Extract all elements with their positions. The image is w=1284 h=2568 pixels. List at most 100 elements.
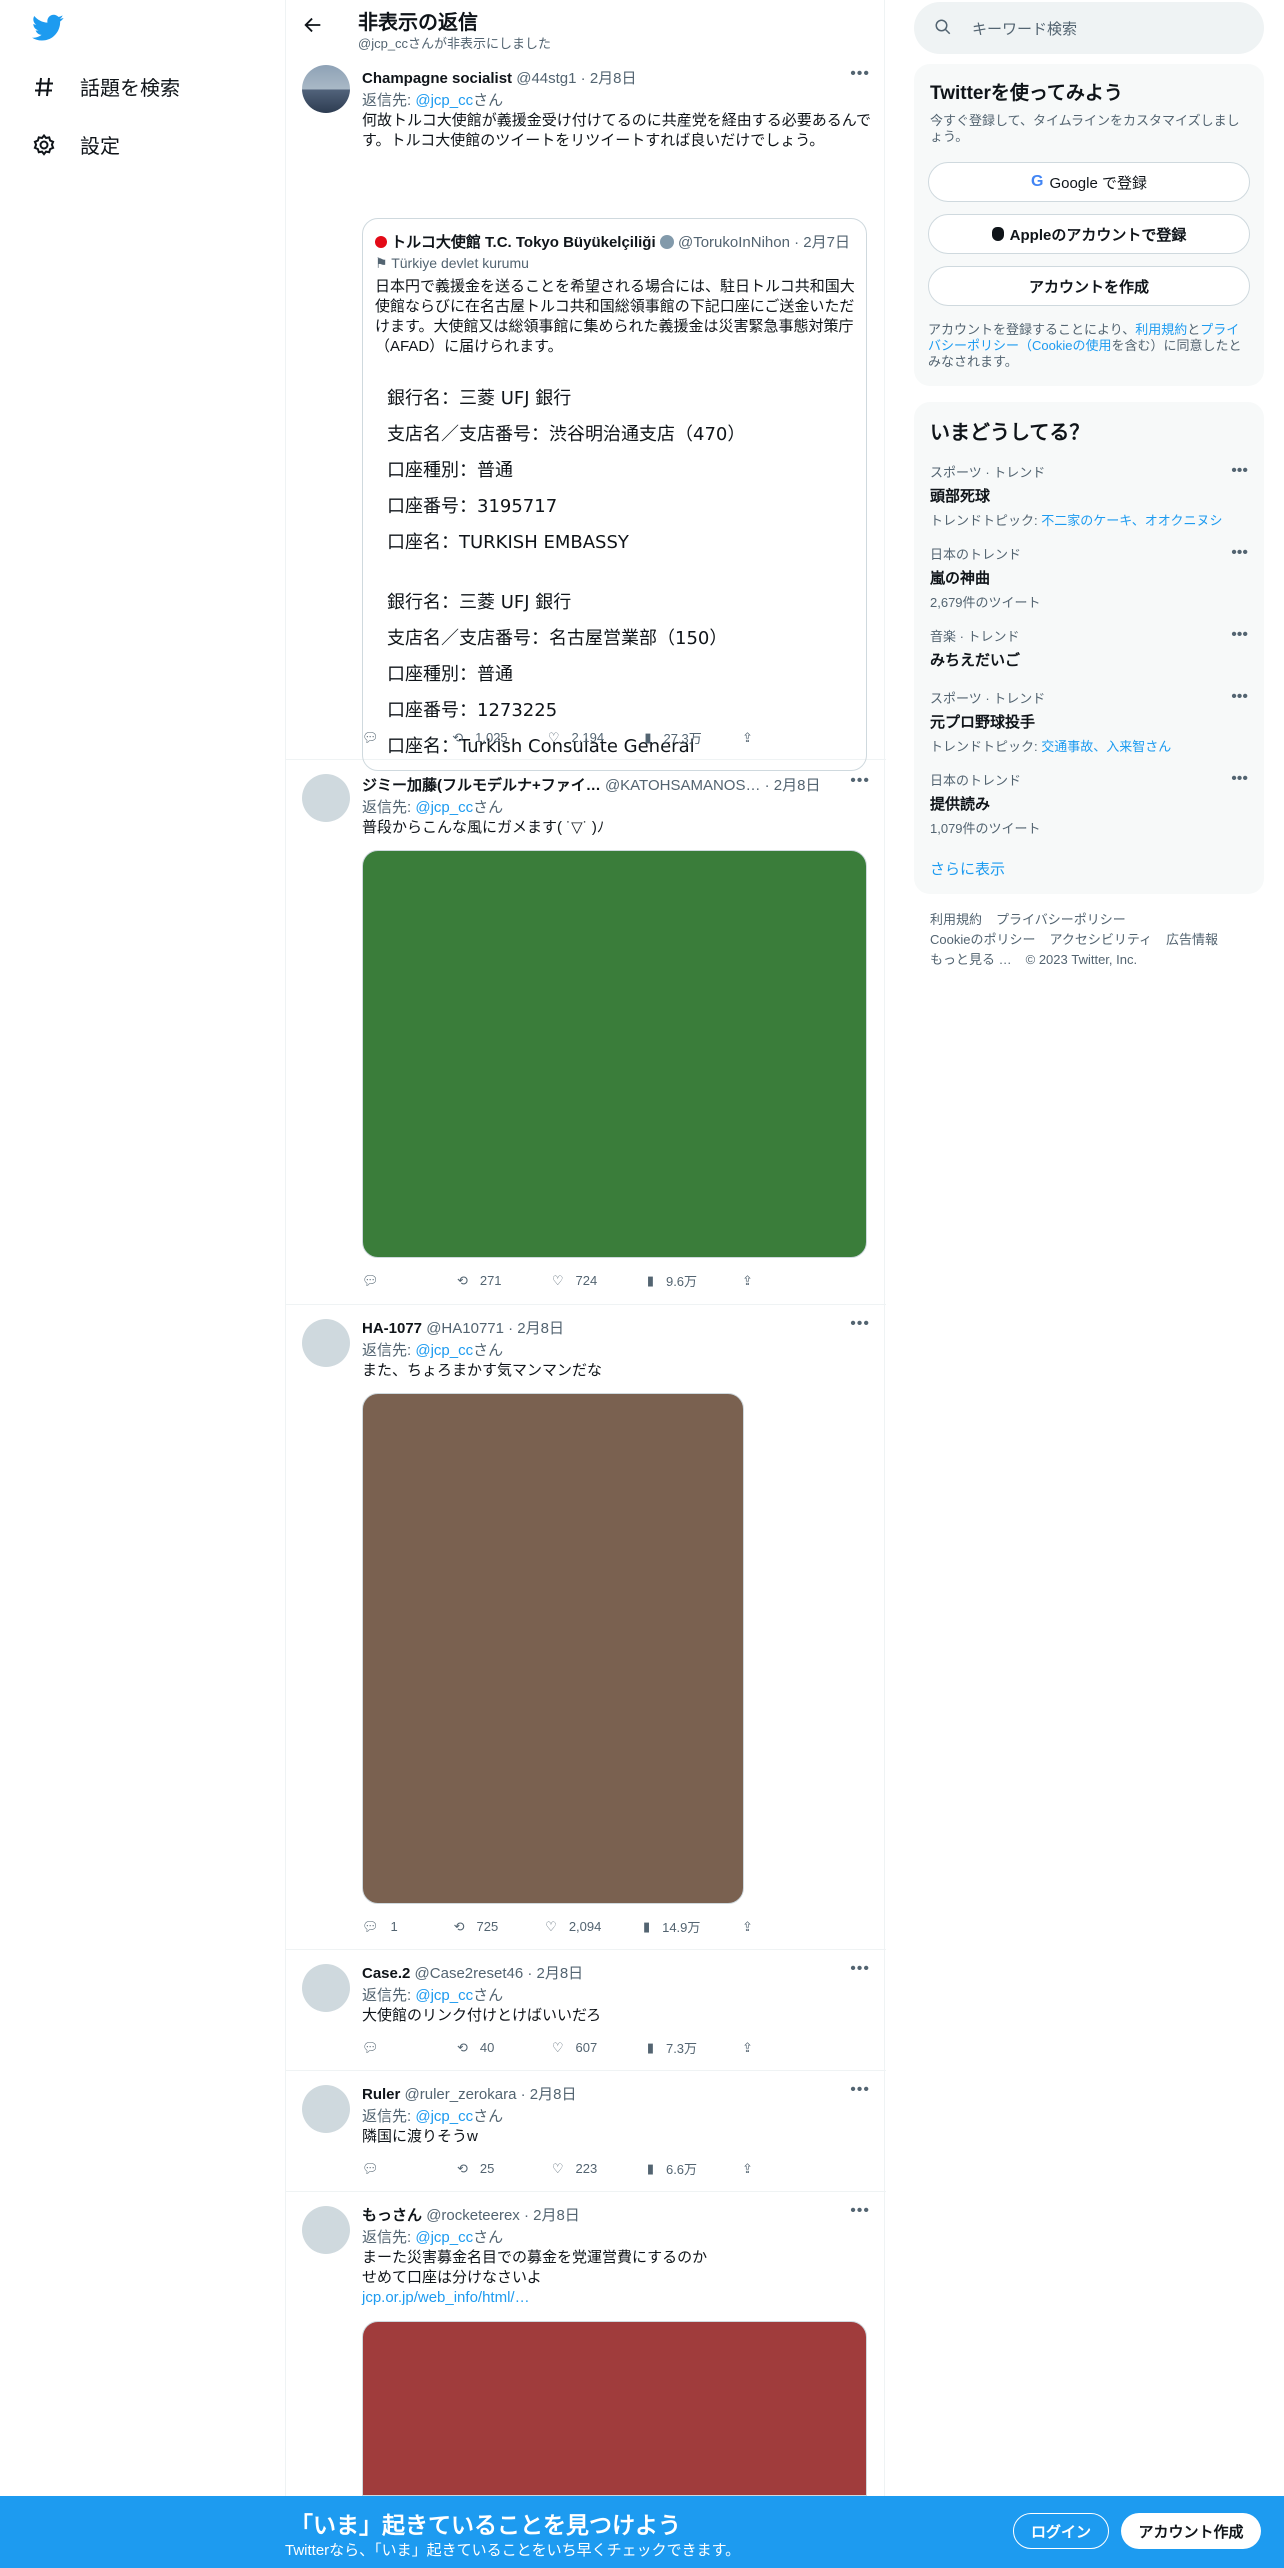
share-button[interactable]: ⇪: [742, 2038, 792, 2057]
share-button[interactable]: ⇪: [742, 1917, 792, 1936]
retweet-button[interactable]: ⟲ 271: [457, 1271, 507, 1290]
quote-tweet[interactable]: トルコ大使館 T.C. Tokyo Büyükelçiliği @TorukoI…: [362, 218, 867, 771]
like-button[interactable]: ♡ 2,194: [548, 728, 604, 747]
search-input[interactable]: キーワード検索: [914, 2, 1264, 54]
author-name[interactable]: Champagne socialist: [362, 70, 512, 87]
retweet-button[interactable]: ⟲ 725: [454, 1917, 504, 1936]
terms-link[interactable]: 利用規約: [1135, 322, 1187, 337]
avatar[interactable]: [302, 2085, 350, 2133]
nav-settings[interactable]: 設定: [32, 130, 120, 159]
apple-signup-button[interactable]: Appleのアカウントで登録: [928, 214, 1250, 254]
views-button[interactable]: ▮ 9.6万: [647, 1271, 697, 1290]
reply-prefix: 返信先:: [362, 2108, 416, 2125]
views-button[interactable]: ▮ 27.3万: [644, 728, 701, 747]
show-more-link[interactable]: さらに表示: [930, 858, 1248, 879]
tweet[interactable]: もっさん @rocketeerex · 2月8日 ••• 返信先: @jcp_c…: [286, 2192, 886, 2496]
author-name[interactable]: もっさん: [362, 2207, 422, 2224]
footer-accessibility-link[interactable]: アクセシビリティ: [1049, 932, 1152, 947]
reply-to-link[interactable]: @jcp_cc: [415, 92, 473, 109]
more-icon[interactable]: •••: [1231, 626, 1248, 644]
avatar[interactable]: [302, 1964, 350, 2012]
share-button[interactable]: ⇪: [742, 2159, 792, 2178]
avatar[interactable]: [302, 2206, 350, 2254]
tweet[interactable]: Case.2 @Case2reset46 · 2月8日 ••• 返信先: @jc…: [286, 1950, 886, 2071]
more-icon[interactable]: •••: [850, 772, 870, 790]
back-arrow-icon[interactable]: [302, 14, 324, 41]
footer-cookie-link[interactable]: Cookieのポリシー: [930, 932, 1035, 947]
more-icon[interactable]: •••: [850, 65, 870, 83]
reply-to-link[interactable]: @jcp_cc: [415, 1987, 473, 2004]
author-handle-date[interactable]: @HA10771 · 2月8日: [426, 1320, 564, 1337]
views-button[interactable]: ▮ 14.9万: [643, 1917, 700, 1936]
reply-button[interactable]: 💬︎ 1: [362, 1917, 412, 1936]
author-handle-date[interactable]: @KATOHSAMANOS… · 2月8日: [605, 777, 821, 794]
more-icon[interactable]: •••: [1231, 544, 1248, 562]
views-button[interactable]: ▮ 6.6万: [647, 2159, 697, 2178]
retweet-button[interactable]: ⟲ 1,025: [452, 728, 507, 747]
footer-more-link[interactable]: もっと見る …: [930, 952, 1012, 967]
tweet[interactable]: ジミー加藤(フルモデルナ+ファイ… @KATOHSAMANOS… · 2月8日 …: [286, 760, 886, 1305]
reply-to-link[interactable]: @jcp_cc: [415, 2108, 473, 2125]
author-name[interactable]: ジミー加藤(フルモデルナ+ファイ…: [362, 777, 601, 794]
tweet-image[interactable]: [362, 850, 867, 1258]
like-button[interactable]: ♡ 223: [552, 2159, 602, 2178]
reply-to-link[interactable]: @jcp_cc: [415, 799, 473, 816]
author-handle-date[interactable]: @44stg1 · 2月8日: [516, 70, 636, 87]
tweet-image[interactable]: [362, 1393, 744, 1904]
trend-item[interactable]: スポーツ · トレンド 元プロ野球投手 トレンドトピック: 交通事故、入来智さん…: [930, 688, 1248, 755]
tweet-image[interactable]: [362, 2321, 867, 2496]
footer-privacy-link[interactable]: プライバシーポリシー: [996, 912, 1126, 927]
trend-item[interactable]: 音楽 · トレンド みちえだいご •••: [930, 626, 1248, 670]
author-handle-date[interactable]: @rocketeerex · 2月8日: [426, 2207, 580, 2224]
author-name[interactable]: Case.2: [362, 1965, 410, 1982]
trend-item[interactable]: 日本のトレンド 嵐の神曲 2,679件のツイート •••: [930, 544, 1248, 611]
more-icon[interactable]: •••: [1231, 462, 1248, 480]
signup-button[interactable]: アカウント作成: [1121, 2513, 1261, 2549]
quote-author-name[interactable]: トルコ大使館 T.C. Tokyo Büyükelçiliği: [391, 234, 655, 251]
more-icon[interactable]: •••: [1231, 770, 1248, 788]
avatar[interactable]: [302, 1319, 350, 1367]
share-button[interactable]: ⇪: [742, 728, 792, 747]
more-icon[interactable]: •••: [850, 2202, 870, 2220]
author-handle-date[interactable]: @Case2reset46 · 2月8日: [415, 1965, 584, 1982]
tweet-link[interactable]: jcp.or.jp/web_info/html/…: [362, 2288, 872, 2308]
like-button[interactable]: ♡ 607: [552, 2038, 602, 2057]
reply-button[interactable]: 💬︎: [362, 2038, 412, 2057]
author-name[interactable]: HA-1077: [362, 1320, 422, 1337]
reply-to-link[interactable]: @jcp_cc: [415, 1342, 473, 1359]
more-icon[interactable]: •••: [850, 2081, 870, 2099]
trend-item[interactable]: スポーツ · トレンド 頭部死球 トレンドトピック: 不二家のケーキ、オオクニヌ…: [930, 462, 1248, 529]
avatar[interactable]: [302, 65, 350, 113]
author-handle-date[interactable]: @ruler_zerokara · 2月8日: [405, 2086, 577, 2103]
share-button[interactable]: ⇪: [742, 1271, 792, 1290]
tweet[interactable]: Ruler @ruler_zerokara · 2月8日 ••• 返信先: @j…: [286, 2071, 886, 2192]
google-signup-button[interactable]: G Google で登録: [928, 162, 1250, 202]
like-button[interactable]: ♡ 2,094: [545, 1917, 601, 1936]
login-button[interactable]: ログイン: [1013, 2513, 1109, 2549]
reply-to-link[interactable]: @jcp_cc: [415, 2229, 473, 2246]
retweet-button[interactable]: ⟲ 40: [457, 2038, 507, 2057]
nav-explore[interactable]: 話題を検索: [32, 72, 180, 101]
more-icon[interactable]: •••: [1231, 688, 1248, 706]
twitter-logo-icon[interactable]: [32, 14, 64, 47]
trend-item[interactable]: 日本のトレンド 提供読み 1,079件のツイート •••: [930, 770, 1248, 837]
footer-ads-link[interactable]: 広告情報: [1166, 932, 1218, 947]
quote-handle-date[interactable]: @TorukoInNihon · 2月7日: [678, 234, 850, 251]
reply-button[interactable]: 💬︎: [362, 2159, 412, 2178]
avatar[interactable]: [302, 774, 350, 822]
views-button[interactable]: ▮ 7.3万: [647, 2038, 697, 2057]
trend-topic-link[interactable]: 不二家のケーキ、オオクニヌシ: [1041, 513, 1222, 528]
create-account-button[interactable]: アカウントを作成: [928, 266, 1250, 306]
trend-topic-link[interactable]: 交通事故、入来智さん: [1041, 739, 1171, 754]
retweet-button[interactable]: ⟲ 25: [457, 2159, 507, 2178]
tweet[interactable]: Champagne socialist @44stg1 · 2月8日 ••• 返…: [286, 57, 886, 771]
trend-category: 音楽 · トレンド: [930, 629, 1020, 644]
more-icon[interactable]: •••: [850, 1960, 870, 1978]
more-icon[interactable]: •••: [850, 1315, 870, 1333]
tweet[interactable]: HA-1077 @HA10771 · 2月8日 ••• 返信先: @jcp_cc…: [286, 1305, 886, 1950]
like-button[interactable]: ♡ 724: [552, 1271, 602, 1290]
reply-button[interactable]: 💬︎: [362, 1271, 412, 1290]
footer-terms-link[interactable]: 利用規約: [930, 912, 982, 927]
author-name[interactable]: Ruler: [362, 2086, 400, 2103]
reply-button[interactable]: 💬︎: [362, 728, 412, 747]
